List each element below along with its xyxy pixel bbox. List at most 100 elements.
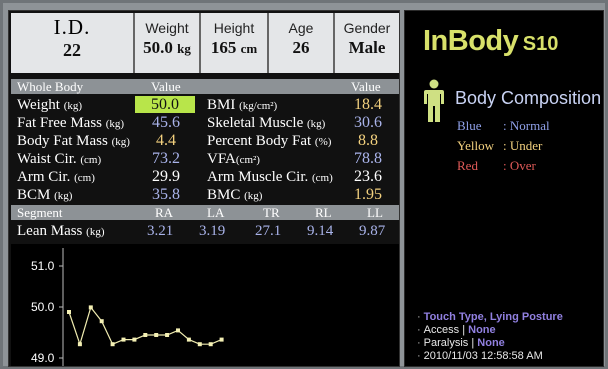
weight-data-point — [77, 342, 82, 347]
weight-data-point — [208, 342, 213, 347]
weight-data-point — [121, 337, 126, 342]
legend-sep: : — [503, 138, 507, 153]
y-tick-label: 50.0 — [31, 300, 55, 314]
metric-label: Percent Body Fat — [207, 133, 312, 149]
weight-value-highlight: 50.0 — [135, 96, 195, 113]
metric-row: Waist Cir. (cm) 73.2 VFA(cm²) 78.8 — [11, 150, 399, 168]
weight-data-point — [110, 342, 115, 347]
metric-label: Body Fat Mass — [17, 133, 108, 149]
metric-unit: (cm²) — [235, 154, 260, 166]
legend-name: Blue — [457, 118, 482, 133]
metric-row: BCM (kg) 35.8 BMC (kg) 1.95 — [11, 186, 399, 204]
access-divider: | — [462, 324, 466, 336]
metric-label: Arm Muscle Cir. — [207, 169, 309, 185]
metric-unit: (cm) — [74, 172, 95, 184]
id-value: 22 — [63, 40, 81, 60]
metric-unit: (kg) — [54, 190, 73, 202]
patient-header: I.D. 22 Weight 50.0 kg Height 165 cm Age… — [11, 13, 399, 76]
metric-label: VFA — [207, 151, 236, 167]
weight-data-point — [186, 337, 191, 342]
info-panel: InBody S10 Body Composition Blue: Normal… — [404, 10, 604, 367]
legend-meaning: Normal — [509, 118, 550, 133]
segment-col-rl: RL — [315, 205, 332, 220]
legend-item: Blue: Normal — [457, 117, 550, 135]
weight-data-point — [88, 305, 93, 310]
legend-meaning: Over — [509, 158, 536, 173]
status-access: · Access | None — [417, 324, 496, 336]
segment-col-ll: LL — [367, 205, 383, 220]
metric-value: 8.8 — [358, 132, 378, 149]
metric-value: 30.6 — [354, 114, 382, 131]
metric-unit: (%) — [314, 136, 332, 148]
paralysis-label: Paralysis — [423, 337, 469, 349]
posture-text: Touch Type, Lying Posture — [423, 311, 563, 323]
body-composition-title: Body Composition — [455, 88, 602, 108]
lean-mass-ll: 9.87 — [359, 223, 386, 239]
lean-mass-rl: 9.14 — [307, 223, 334, 239]
metric-label: BCM — [17, 187, 51, 203]
access-label: Access — [423, 324, 460, 336]
lean-mass-label: Lean Mass — [17, 223, 83, 239]
metric-value: 18.4 — [354, 96, 382, 113]
weight-data-point — [143, 333, 148, 337]
metric-label: BMI — [207, 97, 236, 113]
metric-label: Waist Cir. — [17, 151, 77, 167]
metric-unit: (kg) — [105, 118, 125, 130]
weight-data-point — [176, 328, 180, 333]
segment-col-la: LA — [207, 205, 225, 220]
weight-header-value: 50.0 — [143, 38, 173, 57]
value-column-label-right: Value — [351, 79, 381, 94]
metric-value: 35.8 — [152, 186, 180, 203]
age-header-value: 26 — [292, 38, 310, 57]
weight-data-point — [197, 342, 202, 347]
inbody-logo: InBody S10 — [423, 25, 558, 58]
metric-unit: (kg) — [306, 118, 326, 130]
weight-data-point — [219, 337, 224, 342]
legend-name: Red — [457, 158, 478, 173]
weight-header-label: Weight — [145, 20, 189, 36]
segment-col-ra: RA — [155, 205, 174, 220]
metric-row: Arm Cir. (cm) 29.9 Arm Muscle Cir. (cm) … — [11, 168, 399, 186]
legend-item: Red: Over — [457, 157, 536, 175]
metric-row: Weight (kg) 50.0 BMI (kg/cm²) 18.4 — [11, 96, 399, 114]
id-label: I.D. — [53, 15, 91, 39]
legend-item: Yellow: Under — [457, 137, 542, 155]
metric-unit: (kg) — [244, 190, 263, 202]
segment-label: Segment — [17, 205, 63, 220]
legend-name: Yellow — [457, 138, 494, 153]
whole-body-label: Whole Body — [17, 79, 84, 94]
metric-label: BMC — [207, 187, 241, 203]
weight-series-line — [68, 306, 222, 347]
lean-mass-unit: (kg) — [86, 226, 105, 238]
metric-unit: (cm) — [80, 154, 102, 166]
y-tick-label: 51.0 — [31, 259, 55, 273]
lean-mass-row: Lean Mass (kg) 3.21 3.19 27.1 9.14 9.87 — [11, 222, 399, 240]
metric-value: 1.95 — [354, 186, 382, 203]
status-paralysis: · Paralysis | None — [417, 337, 505, 349]
legend-meaning: Under — [509, 138, 543, 153]
metric-unit: (kg) — [111, 136, 130, 148]
legend-sep: : — [503, 118, 507, 133]
results-panel: I.D. 22 Weight 50.0 kg Height 165 cm Age… — [8, 10, 400, 367]
weight-data-point — [67, 310, 71, 314]
metric-unit: (kg/cm²) — [239, 100, 278, 112]
datetime-text: 2010/11/03 12:58:58 AM — [423, 350, 543, 362]
height-cell: Height 165 cm — [201, 13, 269, 73]
metric-label: Fat Free Mass — [17, 115, 102, 131]
logo-main: InBody — [423, 25, 519, 57]
y-tick-label: 49.0 — [31, 351, 55, 365]
lean-mass-la: 3.19 — [199, 223, 226, 239]
metric-value: 29.9 — [152, 168, 180, 185]
metric-row: Fat Free Mass (kg) 45.6 Skeletal Muscle … — [11, 114, 399, 132]
gender-header-value: Male — [348, 38, 386, 57]
weight-cell: Weight 50.0 kg — [135, 13, 201, 73]
weight-data-point — [132, 337, 137, 342]
logo-model: S10 — [522, 33, 559, 55]
weight-data-point — [165, 333, 170, 337]
value-column-label: Value — [151, 79, 181, 94]
metric-unit: (cm) — [312, 172, 333, 184]
metric-value: 78.8 — [354, 150, 382, 167]
segment-band: Segment RA LA TR RL LL — [11, 205, 399, 220]
legend-sep: : — [503, 158, 507, 173]
id-cell: I.D. 22 — [11, 13, 135, 73]
